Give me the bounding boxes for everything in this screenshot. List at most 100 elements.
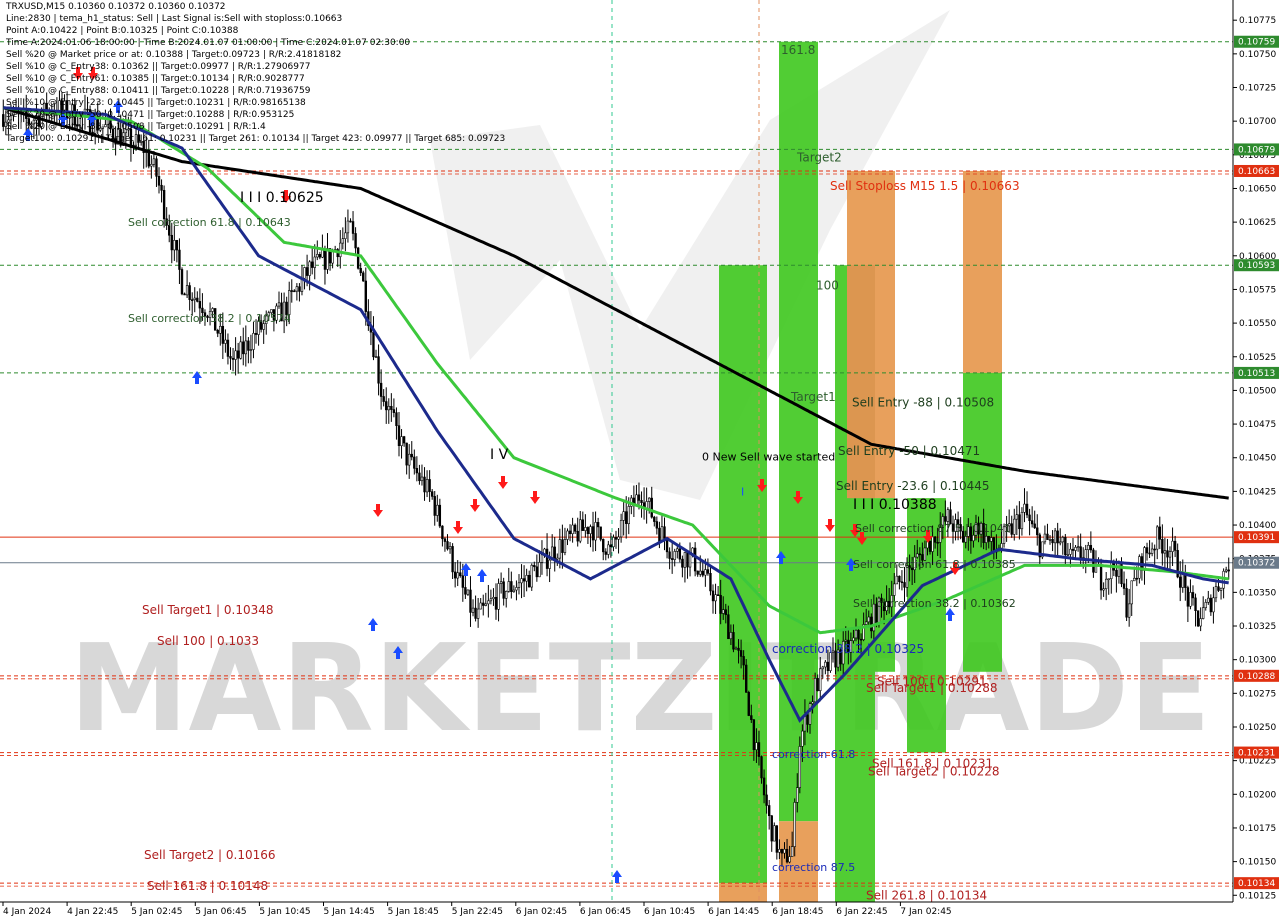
price-axis[interactable]: 0.107750.107500.107250.107000.106750.106… [1232, 0, 1280, 920]
candle-body [196, 297, 199, 302]
candle-body [627, 506, 630, 524]
price-tick-label: 0.10175 [1239, 824, 1276, 834]
time-tick-label: 7 Jan 02:45 [900, 907, 951, 917]
candle-body [305, 267, 309, 276]
candle-body [701, 570, 704, 576]
candle-body [780, 849, 784, 854]
candle-body [308, 261, 311, 276]
candle-body [775, 825, 779, 853]
candle-body [1048, 539, 1052, 541]
candle-body [1173, 540, 1177, 551]
candle-body [714, 594, 717, 602]
candle-body [801, 730, 804, 747]
candle-body [1102, 588, 1105, 591]
candle-body [653, 516, 656, 522]
candle-body [581, 519, 585, 531]
chart-annotation: Sell correction 38.2 | 0.10574 [128, 312, 291, 325]
candle-body [341, 238, 345, 244]
price-tick-label: 0.10575 [1239, 285, 1276, 295]
candle-body [487, 600, 490, 605]
candle-body [693, 547, 697, 572]
candle-body [382, 396, 385, 402]
candle-body [553, 546, 556, 560]
candle-body [778, 849, 781, 853]
candle-body [469, 589, 472, 613]
info-line: Sell %10 @ C_Entry61: 0.10385 || Target:… [6, 74, 305, 84]
candle-body [584, 527, 587, 531]
candle-body [1181, 574, 1184, 588]
candle-body [579, 519, 582, 542]
candle-body [402, 436, 406, 444]
candle-body [1143, 547, 1146, 571]
candle-body [750, 715, 753, 721]
time-axis[interactable]: 4 Jan 2024 4 Jan 22:45 5 Jan 02:45 5 Jan 06… [0, 901, 1233, 920]
candle-body [1212, 597, 1215, 613]
zone-9 [963, 170, 1002, 373]
price-tick-label: 0.10550 [1239, 319, 1276, 329]
time-tick-label: 5 Jan 22:45 [452, 907, 503, 917]
candle-body [528, 574, 531, 588]
candle-body [1189, 592, 1192, 607]
candle-body [428, 479, 431, 492]
candle-body [438, 504, 442, 527]
candle-body [1204, 602, 1207, 609]
candle-body [364, 280, 367, 312]
candle-body [704, 569, 707, 576]
candle-body [1018, 514, 1021, 530]
candle-body [188, 285, 191, 300]
chart-annotation: Sell Target2 | 0.10228 [868, 764, 1000, 778]
price-label-text: 0.10391 [1238, 533, 1275, 543]
candle-body [356, 247, 360, 269]
info-line: Sell %10 @ Entry -23: 0.10445 || Target:… [6, 98, 306, 108]
candle-body [688, 553, 692, 568]
candle-body [594, 522, 597, 541]
info-line: Sell %20 @ Entry -50: 0.10471 || Target:… [6, 110, 295, 120]
candle-body [1168, 551, 1172, 558]
candle-body [545, 548, 549, 569]
candle-body [732, 632, 735, 650]
candle-body [293, 290, 296, 293]
candle-body [221, 325, 225, 344]
candle-body [505, 591, 508, 599]
candle-body [1153, 548, 1156, 551]
candle-body [482, 602, 485, 606]
chart-annotation: I I I 0.10388 [853, 497, 937, 513]
candle-body [405, 442, 408, 466]
candle-body [1089, 545, 1093, 551]
candle-body [236, 350, 240, 359]
candle-body [670, 558, 674, 560]
info-line: Sell %20 @ Entry -88: 0.10508 || Target:… [6, 122, 266, 132]
candle-body [507, 581, 510, 592]
candle-body [614, 537, 618, 540]
candle-body [987, 535, 990, 542]
candle-body [224, 339, 227, 344]
candle-body [824, 661, 827, 668]
candle-body [747, 692, 750, 716]
candle-body [762, 777, 766, 796]
candle-body [903, 582, 906, 588]
candle-body [711, 590, 715, 602]
price-label-text: 0.10231 [1238, 749, 1275, 759]
candle-body [607, 544, 610, 555]
candle-body [229, 356, 232, 359]
candle-body [566, 530, 569, 540]
chart-annotation: Sell 161.8 | 0.10148 [147, 879, 268, 893]
candle-body [321, 249, 324, 258]
chart-annotation: Sell 261.8 | 0.10134 [866, 888, 987, 902]
candle-body [326, 248, 329, 270]
chart-annotation: Sell correction 61.8 | 0.10643 [128, 216, 291, 229]
candle-body [1219, 587, 1223, 591]
candle-body [1224, 569, 1228, 572]
candle-body [737, 647, 740, 651]
candle-body [1046, 533, 1049, 540]
candle-body [900, 581, 904, 584]
candle-body [538, 562, 541, 578]
candle-body [446, 541, 449, 550]
time-tick-label: 6 Jan 18:45 [772, 907, 823, 917]
candle-body [742, 656, 745, 666]
time-tick-label: 6 Jan 14:45 [708, 907, 759, 917]
candle-body [665, 539, 669, 553]
candle-body [295, 286, 299, 292]
candle-body [716, 594, 720, 596]
candle-body [612, 537, 615, 548]
